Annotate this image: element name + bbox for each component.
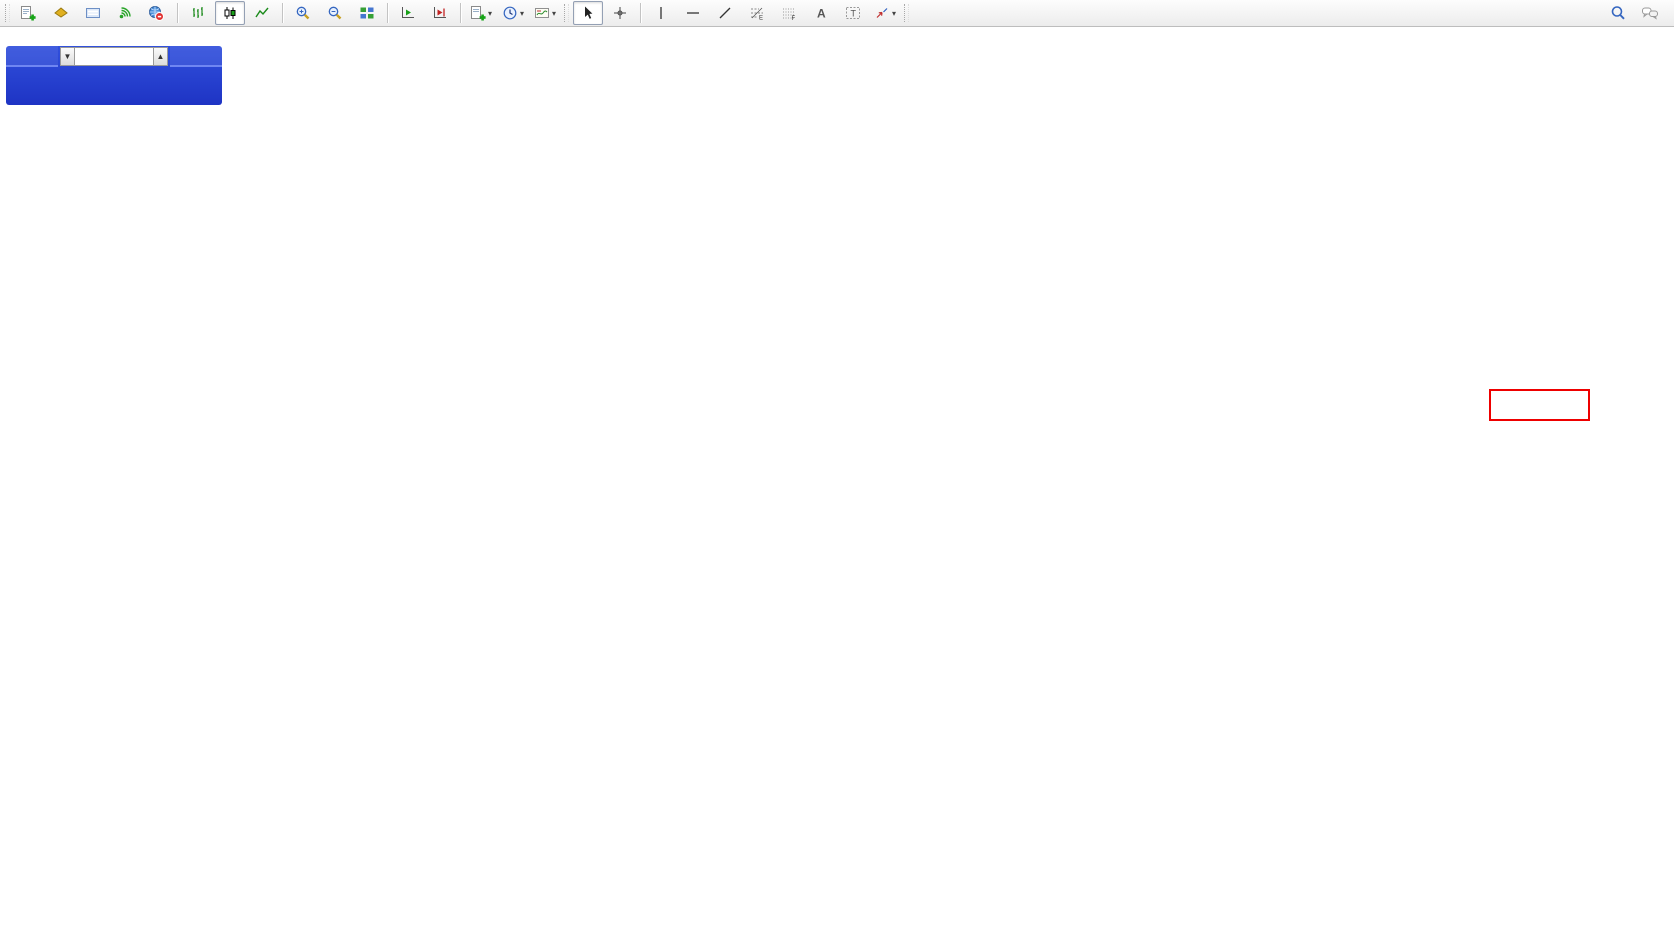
candlestick-chart-button[interactable] (215, 1, 245, 25)
text-label-icon: T (845, 5, 861, 21)
market-watch-icon (53, 5, 69, 21)
volume-stepper: ▼ ▲ (60, 47, 168, 66)
fibo-lines-icon: F (781, 5, 797, 21)
crosshair-button[interactable] (605, 1, 635, 25)
toolbar-separator (640, 3, 641, 23)
toolbar-separator (177, 3, 178, 23)
line-chart-button[interactable] (247, 1, 277, 25)
tile-windows-button[interactable] (352, 1, 382, 25)
bar-chart-icon (190, 5, 206, 21)
candlestick-chart-icon (222, 5, 238, 21)
arrows-button[interactable]: ▾ (870, 1, 900, 25)
svg-text:F: F (792, 16, 796, 21)
periods-button[interactable]: ▾ (498, 1, 528, 25)
toolbar-drag-handle (5, 4, 10, 22)
volume-decrease-button[interactable]: ▼ (60, 47, 75, 66)
macd-indicator-label (6, 584, 21, 596)
chat-icon (1641, 5, 1659, 21)
dropdown-caret-icon: ▾ (488, 9, 492, 18)
new-indicator-icon (470, 5, 486, 21)
auto-scroll-button[interactable] (393, 1, 423, 25)
autotrading-button[interactable] (142, 1, 172, 25)
new-order-icon (20, 5, 36, 21)
price-callout-box[interactable] (1489, 389, 1590, 421)
text-button[interactable]: A (806, 1, 836, 25)
zoom-out-button[interactable] (320, 1, 350, 25)
arrows-icon (874, 5, 890, 21)
toolbar-separator (282, 3, 283, 23)
templates-button[interactable]: ▾ (530, 1, 560, 25)
text-label-button[interactable]: T (838, 1, 868, 25)
new-indicator-button[interactable]: ▾ (466, 1, 496, 25)
dropdown-caret-icon: ▾ (520, 9, 524, 18)
fibo-lines-button[interactable]: F (774, 1, 804, 25)
toolbar-drag-handle (904, 4, 909, 22)
toolbar-separator (387, 3, 388, 23)
autotrading-icon (148, 5, 164, 21)
terminal-icon (85, 5, 101, 21)
vertical-line-icon (653, 5, 669, 21)
chart-shift-icon (432, 5, 448, 21)
terminal-button[interactable] (78, 1, 108, 25)
svg-text:E: E (759, 16, 763, 22)
signals-button[interactable] (110, 1, 140, 25)
market-watch-button[interactable] (46, 1, 76, 25)
zoom-in-icon (295, 5, 311, 21)
sell-price[interactable] (6, 67, 114, 105)
toolbar: ▾ ▾ ▾ E F A (0, 0, 1674, 27)
volume-increase-button[interactable]: ▲ (153, 47, 168, 66)
search-icon (1610, 5, 1627, 22)
new-order-button[interactable] (14, 1, 44, 25)
buy-button[interactable] (170, 46, 222, 67)
chart-shift-button[interactable] (425, 1, 455, 25)
tile-windows-icon (359, 5, 375, 21)
horizontal-line-icon (685, 5, 701, 21)
svg-text:T: T (851, 9, 857, 19)
bar-chart-button[interactable] (183, 1, 213, 25)
svg-text:A: A (817, 7, 826, 21)
trendline-button[interactable] (710, 1, 740, 25)
one-click-trade-panel: ▼ ▲ (6, 46, 222, 105)
vertical-line-button[interactable] (646, 1, 676, 25)
rsi-indicator-label (6, 767, 16, 779)
dropdown-caret-icon: ▾ (892, 9, 896, 18)
periods-icon (502, 5, 518, 21)
chart-canvas[interactable] (0, 0, 1674, 948)
fibonacci-icon: E (749, 5, 765, 21)
search-button[interactable] (1603, 1, 1633, 25)
zoom-out-icon (327, 5, 343, 21)
horizontal-line-button[interactable] (678, 1, 708, 25)
text-icon: A (813, 5, 829, 21)
trendline-icon (717, 5, 733, 21)
crosshair-icon (612, 5, 628, 21)
dropdown-caret-icon: ▾ (552, 9, 556, 18)
sell-button[interactable] (6, 46, 58, 67)
templates-icon (534, 5, 550, 21)
zoom-in-button[interactable] (288, 1, 318, 25)
auto-scroll-icon (400, 5, 416, 21)
toolbar-right-group (1602, 1, 1666, 25)
toolbar-drag-handle (564, 4, 569, 22)
cursor-icon (580, 5, 596, 21)
chat-button[interactable] (1635, 1, 1665, 25)
signals-icon (117, 5, 133, 21)
cursor-button[interactable] (573, 1, 603, 25)
line-chart-icon (254, 5, 270, 21)
mt4-terminal: ▾ ▾ ▾ E F A (0, 0, 1674, 948)
buy-price[interactable] (114, 67, 222, 105)
volume-input[interactable] (75, 47, 153, 66)
toolbar-separator (460, 3, 461, 23)
fibonacci-button[interactable]: E (742, 1, 772, 25)
